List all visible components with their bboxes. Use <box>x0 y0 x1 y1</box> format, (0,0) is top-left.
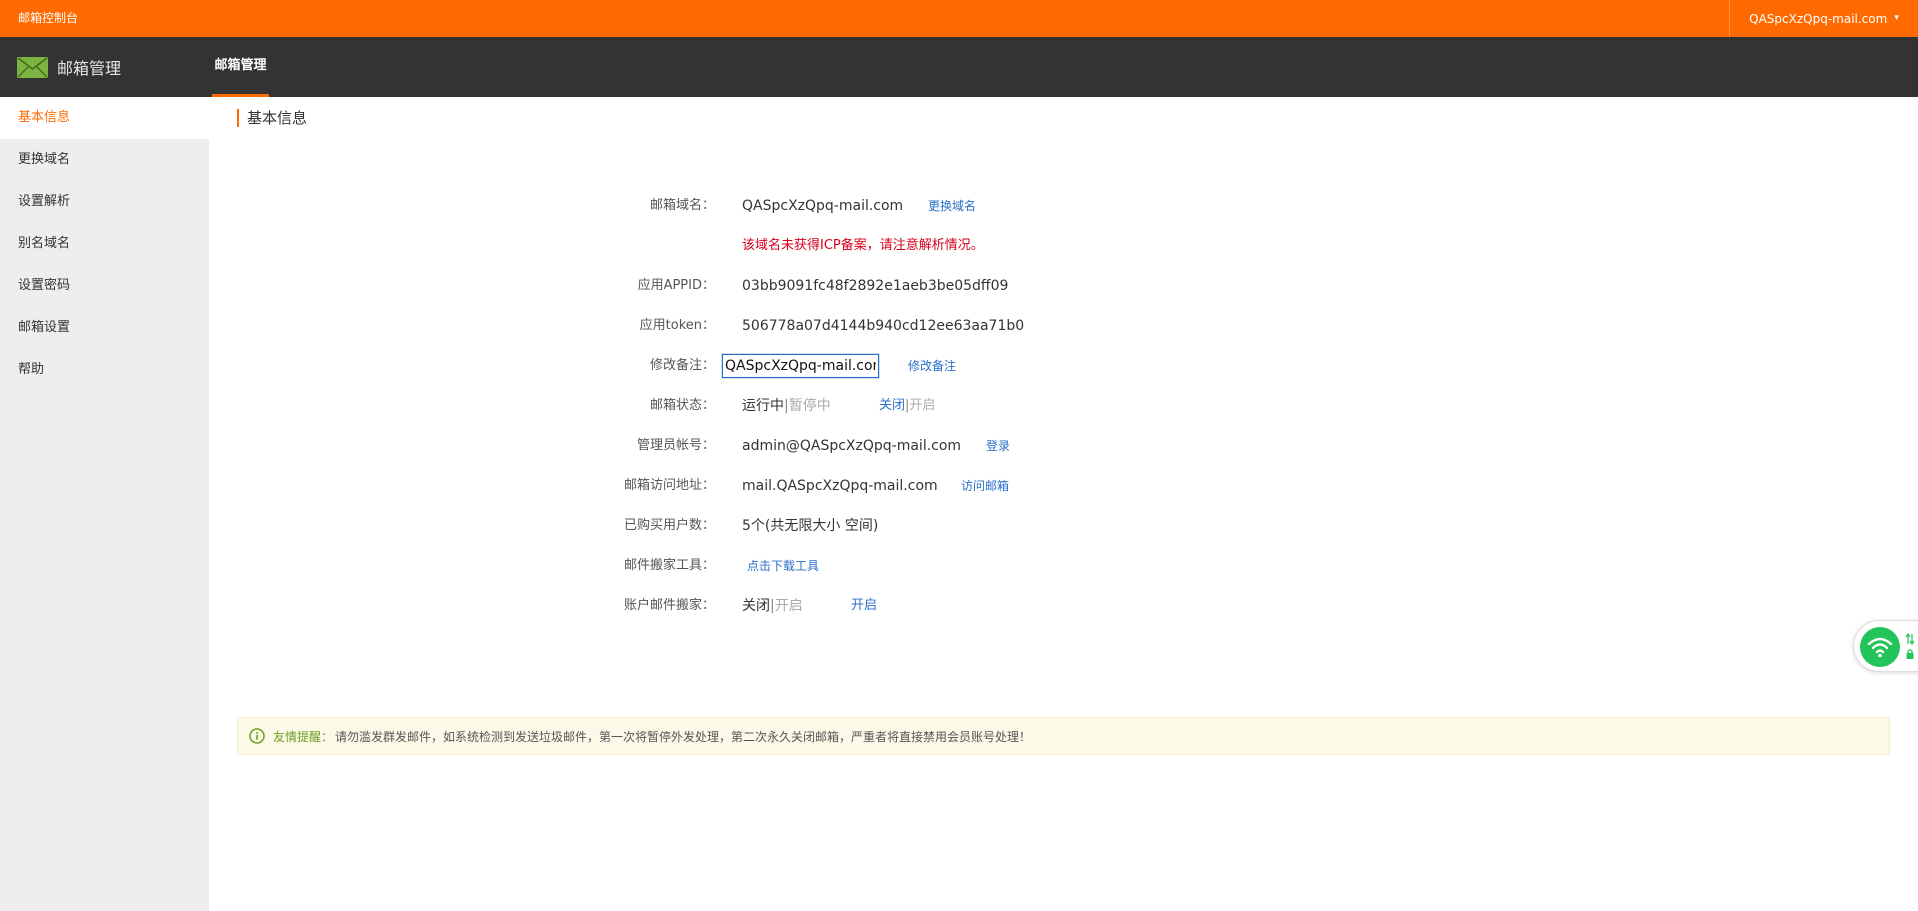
status-actions: 关闭|开启 <box>879 394 935 418</box>
transfer-lock-icons <box>1905 633 1915 660</box>
status-row: 邮箱状态： 运行中|暂停中 关闭|开启 <box>209 394 1209 418</box>
status-value: 运行中|暂停中 <box>742 394 831 418</box>
tab-mailbox-management[interactable]: 邮箱管理 <box>212 37 269 97</box>
chevron-down-icon: ▾ <box>1894 13 1899 23</box>
enable-migrate-link[interactable]: 开启 <box>851 594 877 618</box>
brand-title: 邮箱管理 <box>57 59 122 78</box>
info-circle-icon <box>249 728 265 744</box>
remark-input[interactable] <box>721 353 880 379</box>
wifi-icon <box>1860 627 1900 667</box>
sidebar: 基本信息 更换域名 设置解析 别名域名 设置密码 邮箱设置 帮助 <box>0 97 209 911</box>
appid-label: 应用APPID： <box>637 278 715 293</box>
visit-mailbox-link[interactable]: 访问邮箱 <box>961 474 1009 498</box>
account-menu[interactable]: QASpcXzQpq-mail.com ▾ <box>1729 0 1918 37</box>
remark-label: 修改备注： <box>649 358 715 373</box>
admin-row: 管理员帐号： admin@QASpcXzQpq-mail.com 登录 <box>209 434 1209 458</box>
access-row: 邮箱访问地址： mail.QASpcXzQpq-mail.com 访问邮箱 <box>209 474 1209 498</box>
users-value: 5个(共无限大小 空间) <box>742 518 879 534</box>
network-widget[interactable] <box>1853 620 1918 672</box>
domain-row: 邮箱域名： QASpcXzQpq-mail.com 更换域名 <box>209 194 1209 218</box>
status-running: 运行中 <box>742 398 784 414</box>
sidebar-item-change-domain[interactable]: 更换域名 <box>0 139 209 181</box>
migrate-value: 关闭|开启 <box>742 594 803 618</box>
access-value: mail.QASpcXzQpq-mail.com <box>742 478 938 494</box>
admin-label: 管理员帐号： <box>636 438 715 453</box>
sidebar-item-help[interactable]: 帮助 <box>0 349 209 391</box>
token-value: 506778a07d4144b940cd12ee63aa71b0 <box>742 318 1025 334</box>
notice-title: 友情提醒： <box>273 729 334 744</box>
users-label: 已购买用户数： <box>623 518 715 533</box>
sidebar-item-set-password[interactable]: 设置密码 <box>0 265 209 307</box>
notice-text: 请勿滥发群发邮件，如系统检测到发送垃圾邮件，第一次将暂停外发处理，第二次永久关闭… <box>335 729 1032 744</box>
migrate-label: 账户邮件搬家： <box>623 598 715 613</box>
sidebar-item-mailbox-settings[interactable]: 邮箱设置 <box>0 307 209 349</box>
warning-row: 该域名未获得ICP备案，请注意解析情况。 <box>209 234 1209 258</box>
change-domain-link[interactable]: 更换域名 <box>928 194 976 218</box>
status-paused: 暂停中 <box>788 398 831 414</box>
sidebar-item-alias-domain[interactable]: 别名域名 <box>0 223 209 265</box>
migrate-closed: 关闭 <box>742 598 770 614</box>
transfer-arrows-icon <box>1905 633 1915 645</box>
sidebar-item-basic-info[interactable]: 基本信息 <box>0 97 209 139</box>
domain-label: 邮箱域名： <box>649 198 715 213</box>
main-content: 基本信息 邮箱域名： QASpcXzQpq-mail.com 更换域名 该域名未… <box>209 97 1918 911</box>
status-label: 邮箱状态： <box>649 398 715 413</box>
tool-row: 邮件搬家工具： 点击下载工具 <box>209 554 1209 578</box>
appid-value: 03bb9091fc48f2892e1aeb3be05dff09 <box>742 278 1009 294</box>
token-label: 应用token： <box>639 318 715 333</box>
migrate-open: 开启 <box>774 598 803 614</box>
close-mailbox-link[interactable]: 关闭 <box>879 398 905 413</box>
download-tool-link[interactable]: 点击下载工具 <box>747 554 819 578</box>
account-name: QASpcXzQpq-mail.com <box>1749 11 1888 26</box>
brand[interactable]: 邮箱管理 <box>17 37 121 97</box>
notice-banner: 友情提醒： 请勿滥发群发邮件，如系统检测到发送垃圾邮件，第一次将暂停外发处理，第… <box>237 717 1890 755</box>
basic-info-form: 邮箱域名： QASpcXzQpq-mail.com 更换域名 该域名未获得ICP… <box>209 97 1918 697</box>
navigation-bar: 邮箱管理 邮箱管理 <box>0 37 1918 97</box>
admin-value: admin@QASpcXzQpq-mail.com <box>742 438 962 454</box>
open-mailbox-link: 开启 <box>909 398 936 413</box>
token-row: 应用token： 506778a07d4144b940cd12ee63aa71b… <box>209 314 1209 338</box>
envelope-icon <box>17 56 48 78</box>
icp-warning-text: 该域名未获得ICP备案，请注意解析情况。 <box>742 238 984 253</box>
remark-row: 修改备注： 修改备注 <box>209 353 1209 379</box>
console-title: 邮箱控制台 <box>18 11 79 25</box>
top-bar: 邮箱控制台 QASpcXzQpq-mail.com ▾ <box>0 0 1918 37</box>
appid-row: 应用APPID： 03bb9091fc48f2892e1aeb3be05dff0… <box>209 274 1209 298</box>
login-link[interactable]: 登录 <box>986 434 1010 458</box>
tool-label: 邮件搬家工具： <box>623 558 715 573</box>
access-label: 邮箱访问地址： <box>623 478 715 493</box>
edit-remark-link[interactable]: 修改备注 <box>908 354 956 378</box>
users-row: 已购买用户数： 5个(共无限大小 空间) <box>209 514 1209 538</box>
domain-value: QASpcXzQpq-mail.com <box>742 198 904 214</box>
lock-icon <box>1906 649 1914 659</box>
sidebar-item-dns-settings[interactable]: 设置解析 <box>0 181 209 223</box>
migrate-row: 账户邮件搬家： 关闭|开启 开启 <box>209 594 1209 618</box>
